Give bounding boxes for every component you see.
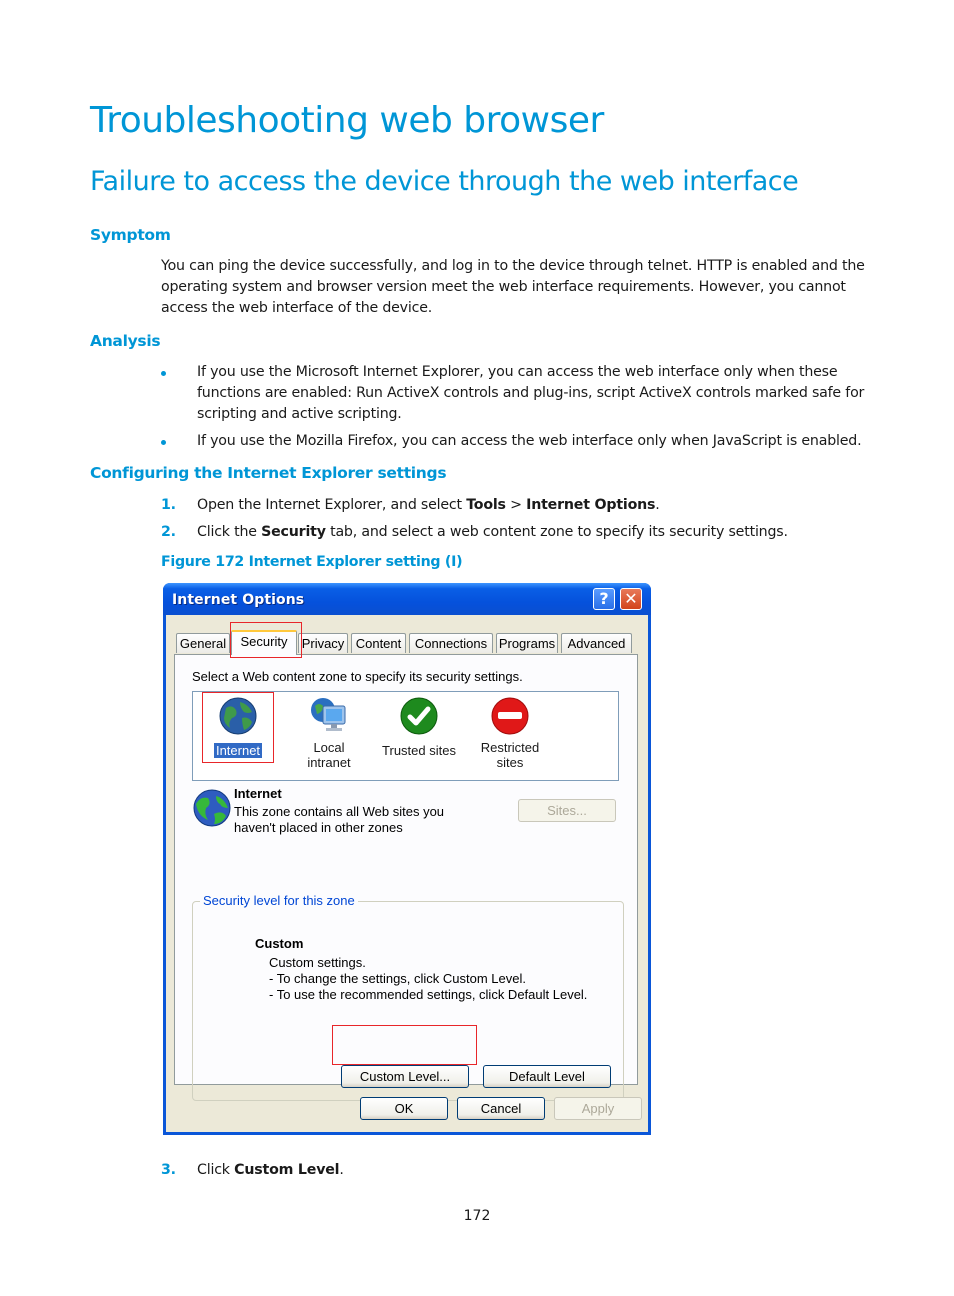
step-text: . — [655, 497, 660, 513]
bullet-icon — [161, 440, 166, 445]
step-2: 2. Click the Security tab, and select a w… — [161, 522, 871, 543]
sites-button[interactable]: Sites... — [518, 799, 616, 822]
zone-label: Trusted sites — [382, 743, 456, 758]
apply-button[interactable]: Apply — [554, 1097, 642, 1120]
step-number: 2. — [161, 524, 176, 540]
close-icon: ✕ — [624, 589, 638, 608]
tab-general[interactable]: General — [176, 633, 230, 653]
ok-button[interactable]: OK — [360, 1097, 448, 1120]
cancel-button[interactable]: Cancel — [457, 1097, 545, 1120]
globe-icon — [193, 789, 231, 827]
analysis-heading: Analysis — [90, 332, 161, 350]
intranet-icon — [311, 698, 346, 731]
step-3: 3. Click Custom Level. — [161, 1160, 871, 1181]
highlight-custom-level — [332, 1025, 477, 1065]
page-title: Troubleshooting web browser — [90, 100, 604, 141]
analysis-bullet: If you use the Microsoft Internet Explor… — [161, 362, 871, 425]
page-number: 172 — [463, 1208, 491, 1224]
bullet-text: If you use the Microsoft Internet Explor… — [197, 364, 865, 422]
tab-content[interactable]: Content — [351, 633, 406, 653]
no-entry-icon — [491, 697, 529, 735]
highlight-internet-zone — [202, 692, 274, 763]
tab-privacy[interactable]: Privacy — [298, 633, 348, 653]
step-text: Click — [197, 1162, 235, 1178]
bullet-icon — [161, 371, 166, 376]
bullet-text: If you use the Mozilla Firefox, you can … — [197, 433, 862, 449]
help-button[interactable]: ? — [593, 588, 615, 610]
tab-security[interactable]: Security — [231, 630, 297, 655]
tab-programs[interactable]: Programs — [496, 633, 558, 653]
step-text: . — [339, 1162, 344, 1178]
check-icon — [400, 697, 438, 735]
step-bold: Tools — [466, 497, 506, 513]
level-description-line: - To use the recommended settings, click… — [269, 987, 588, 1002]
zone-local-intranet[interactable]: Local intranet — [289, 696, 369, 771]
zone-label: Restricted sites — [480, 740, 540, 770]
step-bold: Custom Level — [234, 1162, 340, 1178]
step-number: 3. — [161, 1162, 176, 1178]
level-description: Custom settings. - To change the setting… — [269, 955, 587, 1003]
zone-description: This zone contains all Web sites you hav… — [234, 804, 444, 836]
level-description-line: Custom settings. — [269, 955, 366, 970]
tab-advanced[interactable]: Advanced — [561, 633, 632, 653]
group-legend: Security level for this zone — [200, 893, 358, 908]
dialog-title: Internet Options — [172, 592, 305, 608]
zone-prompt: Select a Web content zone to specify its… — [192, 669, 523, 684]
level-name: Custom — [255, 936, 304, 951]
default-level-button[interactable]: Default Level — [483, 1065, 611, 1088]
figure-caption: Figure 172 Internet Explorer setting (I) — [161, 554, 463, 570]
zone-name: Internet — [234, 786, 282, 801]
level-description-line: - To change the settings, click Custom L… — [269, 971, 526, 986]
zone-trusted-sites[interactable]: Trusted sites — [379, 696, 459, 759]
zone-description-line: haven't placed in other zones — [234, 820, 403, 835]
zone-description-line: This zone contains all Web sites you — [234, 804, 445, 819]
step-bold: Internet Options — [526, 497, 656, 513]
close-button[interactable]: ✕ — [620, 588, 642, 610]
tab-connections[interactable]: Connections — [409, 633, 493, 653]
help-icon: ? — [599, 589, 609, 608]
section-title: Failure to access the device through the… — [90, 166, 799, 197]
step-1: 1. Open the Internet Explorer, and select… — [161, 495, 871, 516]
zone-restricted-sites[interactable]: Restricted sites — [470, 696, 550, 771]
step-text: Click the — [197, 524, 262, 540]
step-bold: Security — [261, 524, 326, 540]
security-level-group: Security level for this zone Custom Cust… — [192, 893, 624, 1101]
analysis-bullet: If you use the Mozilla Firefox, you can … — [161, 431, 871, 452]
step-number: 1. — [161, 497, 176, 513]
custom-level-button[interactable]: Custom Level... — [341, 1065, 469, 1088]
symptom-heading: Symptom — [90, 226, 171, 244]
step-text: tab, and select a web content zone to sp… — [325, 524, 788, 540]
zone-label: Local intranet — [307, 740, 351, 770]
step-text: > — [505, 497, 527, 513]
configuring-heading: Configuring the Internet Explorer settin… — [90, 464, 447, 482]
symptom-text: You can ping the device successfully, an… — [161, 258, 865, 316]
step-text: Open the Internet Explorer, and select — [197, 497, 467, 513]
title-bar[interactable]: Internet Options ? ✕ — [163, 583, 651, 615]
